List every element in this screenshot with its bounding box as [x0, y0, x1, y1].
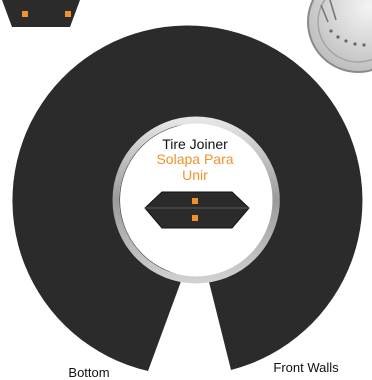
solapa-para-label: Solapa Para: [156, 151, 234, 167]
tire-joiner-shape: [144, 191, 250, 229]
tire-joiner-marker-1: [192, 198, 198, 204]
top-left-tab-marker-1: [22, 11, 28, 17]
tire-joiner-tab: [144, 191, 250, 229]
papercraft-template: Tire Joiner Solapa Para Unir Bottom Fron…: [0, 0, 372, 380]
wheel-hub-icon: [307, 0, 372, 73]
tire-joiner-marker-2: [192, 215, 198, 221]
unir-label: Unir: [182, 167, 208, 183]
top-left-tab: [2, 0, 80, 27]
template-drawing: [2, 0, 372, 372]
top-left-tab-marker-2: [65, 11, 71, 17]
tire-joiner-label: Tire Joiner: [162, 136, 228, 152]
